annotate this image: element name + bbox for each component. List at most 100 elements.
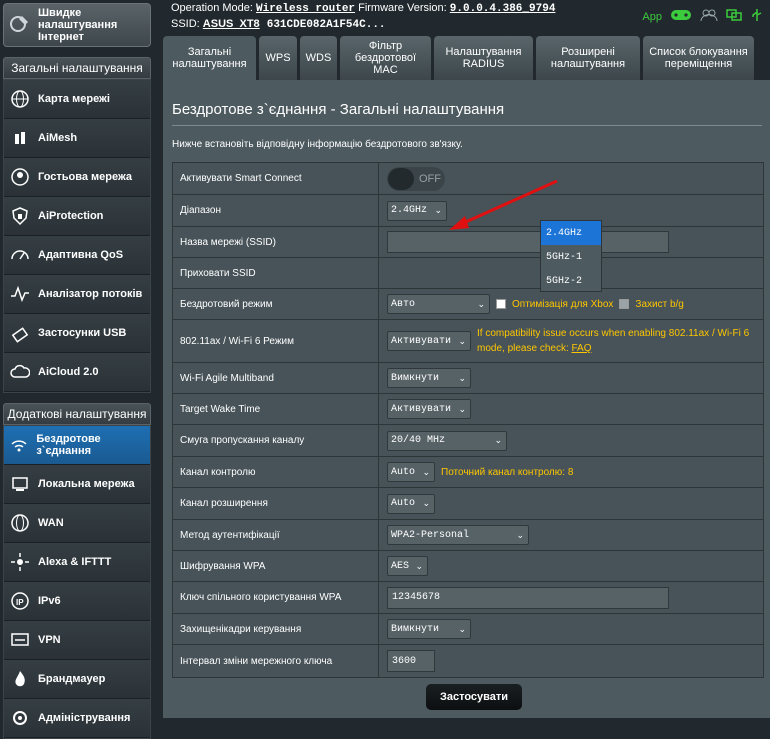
sidebar-item-aicloud[interactable]: AiCloud 2.0 bbox=[4, 353, 150, 392]
row-rekey-interval: Інтервал зміни мережного ключа 3600 bbox=[173, 645, 763, 677]
chevron-down-icon: ⌄ bbox=[458, 623, 466, 634]
row-pmf: Захищенікадри керування Вимкнути ⌄ bbox=[173, 614, 763, 645]
chevron-down-icon: ⌄ bbox=[422, 498, 430, 508]
admin-icon bbox=[8, 706, 32, 730]
usb-status-icon[interactable] bbox=[750, 8, 764, 25]
qos-gauge-icon bbox=[8, 243, 32, 267]
ipv6-icon: IP bbox=[8, 589, 32, 613]
ssid-5g-value: 631CDE082A1F54C... bbox=[266, 19, 386, 31]
chevron-down-icon: ⌄ bbox=[422, 466, 430, 477]
shield-icon bbox=[8, 204, 32, 228]
band-option-5g1[interactable]: 5GHz-1 bbox=[541, 245, 601, 269]
title-divider bbox=[172, 125, 762, 126]
sidebar-item-wireless[interactable]: Бездротове з`єднання bbox=[4, 426, 150, 465]
general-settings-header: Загальні налаштування bbox=[3, 57, 151, 79]
row-wpa-encryption: Шифрування WPA AES ⌄ bbox=[173, 551, 763, 582]
sidebar-item-lan[interactable]: Локальна мережа bbox=[4, 465, 150, 504]
band-select[interactable]: 2.4GHz ⌄ bbox=[387, 200, 447, 221]
row-ext-channel: Канал розширення Auto ⌄ bbox=[173, 488, 763, 520]
sidebar: Швидке налаштування Інтернет Загальні на… bbox=[0, 0, 155, 739]
wireless-mode-select[interactable]: Авто ⌄ bbox=[387, 294, 490, 314]
chevron-down-icon: ⌄ bbox=[458, 403, 466, 414]
sidebar-item-alexa-ifttt[interactable]: Alexa & IFTTT bbox=[4, 543, 150, 582]
traffic-analyzer-icon bbox=[8, 282, 32, 306]
guest-network-icon bbox=[8, 165, 32, 189]
rekey-interval-input[interactable]: 3600 bbox=[387, 650, 435, 672]
wireless-icon bbox=[8, 433, 30, 457]
tab-wds[interactable]: WDS bbox=[300, 36, 337, 80]
qis-label: Швидке налаштування Інтернет bbox=[38, 7, 118, 43]
smart-connect-toggle[interactable]: OFF bbox=[387, 166, 445, 191]
faq-link[interactable]: FAQ bbox=[572, 343, 592, 354]
aimesh-icon bbox=[8, 126, 32, 150]
sidebar-item-traffic-analyzer[interactable]: Аналізатор потоків bbox=[4, 275, 150, 314]
general-nav-list: Карта мережі AiMesh Гостьова мережа AiPr… bbox=[3, 79, 151, 393]
tab-radius[interactable]: Налаштування RADIUS bbox=[434, 36, 533, 80]
tab-general[interactable]: Загальні налаштування bbox=[163, 36, 256, 80]
sidebar-item-wan[interactable]: WAN bbox=[4, 504, 150, 543]
ssid-line: SSID: ASUS_XT8 631CDE082A1F54C... bbox=[171, 18, 386, 31]
advanced-settings-header: Додаткові налаштування bbox=[3, 403, 151, 425]
operation-mode-link[interactable]: Wireless router bbox=[256, 3, 355, 15]
app-link[interactable]: App bbox=[642, 11, 662, 23]
wpa-key-input[interactable]: 12345678 bbox=[387, 586, 669, 609]
control-channel-select[interactable]: Auto ⌄ bbox=[387, 462, 435, 482]
page-title: Бездротове з`єднання - Загальні налаштув… bbox=[172, 101, 505, 118]
chevron-down-icon: ⌄ bbox=[516, 529, 524, 540]
apply-button[interactable]: Застосувати bbox=[426, 684, 522, 710]
row-auth-method: Метод аутентифікації WPA2-Personal ⌄ bbox=[173, 520, 763, 551]
row-twt: Target Wake Time Активувати ⌄ bbox=[173, 394, 763, 425]
tab-professional[interactable]: Розширені налаштування bbox=[536, 36, 640, 80]
bg-protection-checkbox[interactable] bbox=[619, 299, 630, 309]
sidebar-item-firewall[interactable]: Брандмауер bbox=[4, 660, 150, 699]
sidebar-item-network-map[interactable]: Карта мережі bbox=[4, 80, 150, 119]
chevron-down-icon: ⌄ bbox=[434, 205, 442, 215]
top-icons: App bbox=[642, 8, 764, 25]
sidebar-item-vpn[interactable]: VPN bbox=[4, 621, 150, 660]
sidebar-item-adaptive-qos[interactable]: Адаптивна QoS bbox=[4, 236, 150, 275]
agile-multiband-select[interactable]: Вимкнути ⌄ bbox=[387, 368, 471, 388]
row-ax-mode: 802.11ax / Wi-Fi 6 Режим Активувати ⌄ If … bbox=[173, 320, 763, 363]
sidebar-item-administration[interactable]: Адміністрування bbox=[4, 699, 150, 738]
wpa-encryption-select[interactable]: AES ⌄ bbox=[387, 556, 428, 576]
red-arrow-annotation bbox=[449, 179, 558, 230]
tab-wps[interactable]: WPS bbox=[259, 36, 297, 80]
tab-roaming-blocklist[interactable]: Список блокування переміщення bbox=[643, 36, 754, 80]
gamepad-icon[interactable] bbox=[670, 8, 692, 25]
ext-channel-select[interactable]: Auto ⌄ bbox=[387, 493, 435, 514]
chevron-down-icon: ⌄ bbox=[458, 335, 466, 346]
vpn-icon bbox=[8, 628, 32, 652]
clients-icon[interactable] bbox=[700, 8, 718, 25]
chevron-down-icon: ⌄ bbox=[494, 435, 502, 445]
ssid-link[interactable]: ASUS_XT8 bbox=[203, 18, 260, 30]
chevron-down-icon: ⌄ bbox=[477, 298, 485, 309]
tab-mac-filter[interactable]: Фільтр бездротової MAC bbox=[340, 36, 431, 80]
alexa-icon bbox=[8, 550, 32, 574]
wan-globe-icon bbox=[8, 511, 32, 535]
wizard-icon bbox=[8, 12, 32, 39]
network-icon[interactable] bbox=[726, 8, 742, 25]
settings-table: Активувати Smart Connect OFF Діапазон 2.… bbox=[172, 162, 764, 678]
xbox-checkbox[interactable] bbox=[496, 299, 506, 309]
quick-internet-setup-button[interactable]: Швидке налаштування Інтернет bbox=[3, 3, 151, 47]
chevron-down-icon: ⌄ bbox=[458, 372, 466, 383]
sidebar-item-guest-network[interactable]: Гостьова мережа bbox=[4, 158, 150, 197]
bandwidth-select[interactable]: 20/40 MHz ⌄ bbox=[387, 430, 507, 451]
sidebar-item-usb-apps[interactable]: Застосунки USB bbox=[4, 314, 150, 353]
band-option-5g2[interactable]: 5GHz-2 bbox=[541, 269, 601, 293]
lan-icon bbox=[8, 472, 32, 496]
sidebar-item-aimesh[interactable]: AiMesh bbox=[4, 119, 150, 158]
chevron-down-icon: ⌄ bbox=[415, 560, 423, 571]
auth-method-select[interactable]: WPA2-Personal ⌄ bbox=[387, 525, 529, 545]
twt-select[interactable]: Активувати ⌄ bbox=[387, 399, 471, 419]
row-bandwidth: Смуга пропускання каналу 20/40 MHz ⌄ bbox=[173, 425, 763, 457]
sidebar-item-aiprotection[interactable]: AiProtection bbox=[4, 197, 150, 236]
tab-bar: Загальні налаштування WPS WDS Фільтр без… bbox=[163, 36, 770, 80]
operation-mode-line: Operation Mode: Wireless router Firmware… bbox=[171, 2, 556, 15]
pmf-select[interactable]: Вимкнути ⌄ bbox=[387, 619, 471, 639]
main-area: Operation Mode: Wireless router Firmware… bbox=[155, 0, 770, 718]
firmware-link[interactable]: 9.0.0.4.386_9794 bbox=[450, 3, 556, 15]
sidebar-item-ipv6[interactable]: IP IPv6 bbox=[4, 582, 150, 621]
ax-mode-select[interactable]: Активувати ⌄ bbox=[387, 331, 471, 351]
row-agile-multiband: Wi-Fi Agile Multiband Вимкнути ⌄ bbox=[173, 363, 763, 394]
